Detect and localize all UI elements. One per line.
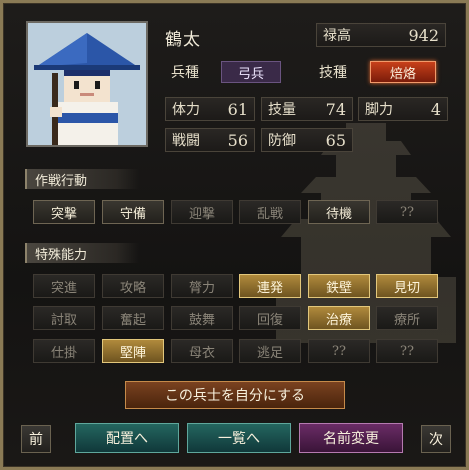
ability-button[interactable]: 奮起 bbox=[102, 306, 164, 330]
stat-value: 65 bbox=[325, 130, 346, 150]
tactic-button[interactable]: 迎撃 bbox=[171, 200, 233, 224]
stat-value: 56 bbox=[227, 130, 248, 150]
ability-button[interactable]: 治療 bbox=[308, 306, 370, 330]
stat-value: 61 bbox=[227, 99, 248, 119]
stat-label: 技量 bbox=[268, 102, 296, 118]
ability-button[interactable]: 膂力 bbox=[171, 274, 233, 298]
archer-avatar-icon bbox=[28, 23, 146, 145]
ability-button[interactable]: 仕掛 bbox=[33, 339, 95, 363]
stat-label: 体力 bbox=[172, 102, 200, 118]
ability-button[interactable]: ?? bbox=[376, 339, 438, 363]
unit-name: 鶴太 bbox=[165, 30, 201, 50]
tactic-button[interactable]: 乱戦 bbox=[239, 200, 301, 224]
tactic-button[interactable]: 待機 bbox=[308, 200, 370, 224]
ability-button[interactable]: ?? bbox=[308, 339, 370, 363]
ability-button[interactable]: 逃足 bbox=[239, 339, 301, 363]
tactics-heading: 作戦行動 bbox=[25, 169, 139, 189]
salary-value: 942 bbox=[408, 25, 439, 45]
stat-speed: 脚力 4 bbox=[358, 97, 448, 121]
troop-type-badge: 弓兵 bbox=[221, 61, 281, 83]
stat-label: 戦闘 bbox=[172, 133, 200, 149]
salary-label: 禄高 bbox=[323, 28, 351, 44]
prev-button[interactable]: 前 bbox=[21, 425, 51, 453]
ability-button[interactable]: 攻略 bbox=[102, 274, 164, 298]
ability-button[interactable]: 療所 bbox=[376, 306, 438, 330]
stat-combat: 戦闘 56 bbox=[165, 128, 255, 152]
tactic-button[interactable]: ?? bbox=[376, 200, 438, 224]
stat-value: 74 bbox=[325, 99, 346, 119]
ability-button[interactable]: 鉄壁 bbox=[308, 274, 370, 298]
abilities-heading: 特殊能力 bbox=[25, 243, 139, 263]
ability-button[interactable]: 鼓舞 bbox=[171, 306, 233, 330]
stat-skill: 技量 74 bbox=[261, 97, 353, 121]
ability-button[interactable]: 堅陣 bbox=[102, 339, 164, 363]
rename-button[interactable]: 名前変更 bbox=[299, 423, 403, 453]
tech-label: 技種 bbox=[319, 65, 347, 81]
ability-button[interactable]: 連発 bbox=[239, 274, 301, 298]
stat-defense: 防御 65 bbox=[261, 128, 353, 152]
make-own-button[interactable]: この兵士を自分にする bbox=[125, 381, 345, 409]
stat-hp: 体力 61 bbox=[165, 97, 255, 121]
tactic-button[interactable]: 守備 bbox=[102, 200, 164, 224]
next-button[interactable]: 次 bbox=[421, 425, 451, 453]
tech-field: 技種 bbox=[313, 60, 373, 84]
unit-portrait bbox=[26, 21, 148, 147]
unit-status-panel: 鶴太 禄高 942 兵種 弓兵 技種 焙烙 体力 61 技量 74 脚力 4 戦… bbox=[0, 0, 469, 470]
list-button[interactable]: 一覧へ bbox=[187, 423, 291, 453]
stat-value: 4 bbox=[430, 99, 441, 119]
deploy-button[interactable]: 配置へ bbox=[75, 423, 179, 453]
tactic-button[interactable]: 突撃 bbox=[33, 200, 95, 224]
stat-label: 脚力 bbox=[365, 102, 393, 118]
ability-button[interactable]: 突進 bbox=[33, 274, 95, 298]
ability-button[interactable]: 見切 bbox=[376, 274, 438, 298]
troop-type-label: 兵種 bbox=[171, 65, 199, 81]
stat-label: 防御 bbox=[268, 133, 296, 149]
ability-button[interactable]: 討取 bbox=[33, 306, 95, 330]
ability-button[interactable]: 回復 bbox=[239, 306, 301, 330]
ability-button[interactable]: 母衣 bbox=[171, 339, 233, 363]
salary-field: 禄高 942 bbox=[316, 23, 446, 47]
tech-badge: 焙烙 bbox=[370, 61, 436, 83]
